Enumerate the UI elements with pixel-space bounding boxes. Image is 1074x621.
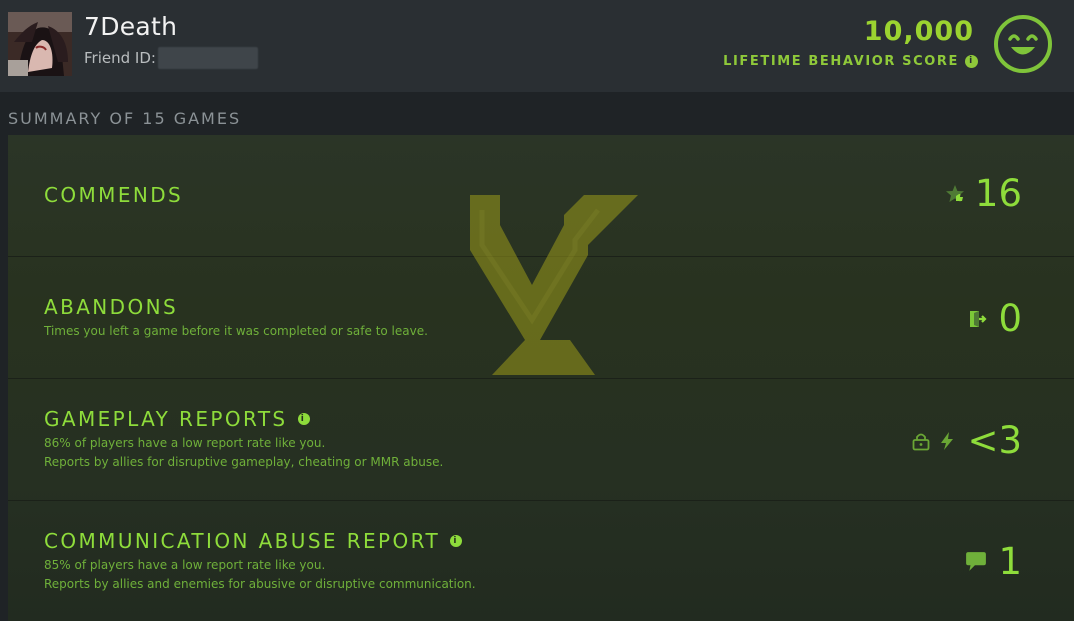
friend-id-row: Friend ID: xyxy=(84,47,258,69)
card-description: 85% of players have a low report rate li… xyxy=(44,556,476,594)
communication-abuse-value: 1 xyxy=(998,540,1022,583)
commends-value: 16 xyxy=(974,172,1022,215)
summary-panel: COMMENDS 16 ABANDONS Times you left a ga… xyxy=(8,135,1074,621)
card-description: 86% of players have a low report rate li… xyxy=(44,434,443,472)
card-stat: 0 xyxy=(968,300,1022,337)
card-description-line: 85% of players have a low report rate li… xyxy=(44,558,326,572)
gameplay-reports-value: <3 xyxy=(967,419,1022,462)
behavior-score-label-row: LIFETIME BEHAVIOR SCORE i xyxy=(723,54,978,69)
summary-title: SUMMARY OF 15 GAMES xyxy=(8,109,242,128)
profile-header: 7Death Friend ID: 10,000 LIFETIME BEHAVI… xyxy=(0,0,1074,92)
behavior-score-label: LIFETIME BEHAVIOR SCORE xyxy=(723,54,959,69)
card-description-line: Reports by allies and enemies for abusiv… xyxy=(44,577,476,591)
card-stat: 16 xyxy=(945,175,1022,212)
info-icon[interactable]: i xyxy=(297,413,310,425)
lock-icon xyxy=(913,433,930,450)
card-stat: <3 xyxy=(911,422,1022,459)
avatar[interactable] xyxy=(8,12,72,76)
card-title-text: COMMUNICATION ABUSE REPORT xyxy=(44,529,441,553)
card-description-line: 86% of players have a low report rate li… xyxy=(44,436,326,450)
card-title: ABANDONS xyxy=(44,295,178,319)
chevron-emblem xyxy=(470,195,638,375)
info-icon[interactable]: i xyxy=(965,55,978,68)
friend-id-value-redacted xyxy=(157,47,258,69)
info-icon[interactable]: i xyxy=(450,535,463,547)
card-title-text: ABANDONS xyxy=(44,295,179,319)
card-title: COMMUNICATION ABUSE REPORT i xyxy=(44,529,463,553)
card-title: GAMEPLAY REPORTS i xyxy=(44,407,310,431)
card-title-text: COMMENDS xyxy=(44,183,184,207)
lightning-icon xyxy=(941,431,954,450)
star-thumbs-up-icon xyxy=(945,184,964,202)
card-communication-abuse-report: COMMUNICATION ABUSE REPORT i 85% of play… xyxy=(8,500,1074,621)
card-title-text: GAMEPLAY REPORTS xyxy=(44,407,288,431)
card-gameplay-reports: GAMEPLAY REPORTS i 86% of players have a… xyxy=(8,378,1074,500)
exit-door-icon xyxy=(970,310,988,327)
behavior-score-value: 10,000 xyxy=(863,16,974,47)
card-description-line: Times you left a game before it was comp… xyxy=(44,324,428,338)
chat-bubble-icon xyxy=(966,551,987,571)
player-name: 7Death xyxy=(84,12,178,41)
card-description-line: Reports by allies for disruptive gamepla… xyxy=(44,455,444,469)
card-title: COMMENDS xyxy=(44,183,183,207)
smiley-face-icon xyxy=(993,14,1053,74)
friend-id-label: Friend ID: xyxy=(84,49,156,67)
abandons-value: 0 xyxy=(998,297,1022,340)
card-stat: 1 xyxy=(964,543,1022,580)
card-description: Times you left a game before it was comp… xyxy=(44,322,428,341)
